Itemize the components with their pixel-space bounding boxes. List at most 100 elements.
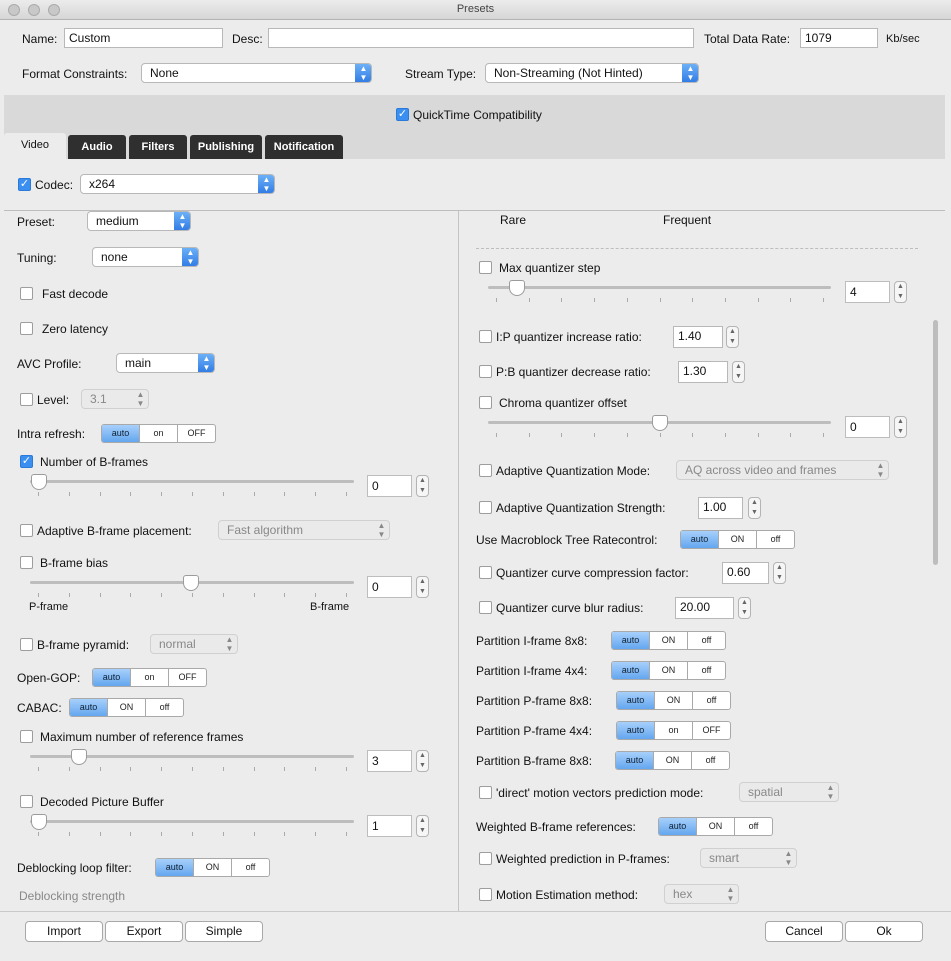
direct-mode-checkbox[interactable] (479, 786, 492, 799)
option-on[interactable]: ON (650, 632, 688, 649)
aq-strength-field[interactable]: 1.00 (698, 497, 743, 519)
qcomp-field[interactable]: 0.60 (722, 562, 769, 584)
option-auto[interactable]: auto (659, 818, 697, 835)
option-off[interactable]: off (688, 662, 725, 679)
max-ref-field[interactable]: 3 (367, 750, 412, 772)
tab-publishing[interactable]: Publishing (190, 135, 262, 159)
codec-checkbox[interactable]: ✓ (18, 178, 31, 191)
aq-strength-checkbox[interactable] (479, 501, 492, 514)
option-auto[interactable]: auto (102, 425, 140, 442)
option-off[interactable]: off (232, 859, 269, 876)
dpb-field[interactable]: 1 (367, 815, 412, 837)
bframes-slider[interactable] (30, 480, 354, 483)
qblur-checkbox[interactable] (479, 601, 492, 614)
pb-ratio-stepper[interactable]: ▲ ▼ (732, 361, 745, 383)
level-checkbox[interactable] (20, 393, 33, 406)
option-off[interactable]: off (735, 818, 772, 835)
dpb-stepper[interactable]: ▲ ▼ (416, 815, 429, 837)
tab-notification[interactable]: Notification (265, 135, 343, 159)
scrollbar[interactable] (933, 320, 938, 565)
partition-p8-toggle[interactable]: auto ON off (616, 691, 731, 710)
bframe-bias-slider-knob[interactable] (183, 575, 199, 591)
ip-ratio-field[interactable]: 1.40 (673, 326, 723, 348)
bframe-pyramid-checkbox[interactable] (20, 638, 33, 651)
tab-filters[interactable]: Filters (129, 135, 187, 159)
option-off[interactable]: off (757, 531, 794, 548)
stream-select[interactable]: Non-Streaming (Not Hinted) ▲ ▼ (485, 63, 699, 83)
max-quantizer-slider[interactable] (488, 286, 831, 289)
tuning-select[interactable]: none ▲ ▼ (92, 247, 199, 267)
pb-ratio-field[interactable]: 1.30 (678, 361, 728, 383)
weighted-p-select[interactable]: smart ▲ ▼ (700, 848, 797, 868)
max-ref-slider-knob[interactable] (71, 749, 87, 765)
aq-strength-stepper[interactable]: ▲ ▼ (748, 497, 761, 519)
level-select[interactable]: 3.1 ▲ ▼ (81, 389, 149, 409)
option-on[interactable]: on (140, 425, 178, 442)
partition-i4-toggle[interactable]: auto ON off (611, 661, 726, 680)
import-button[interactable]: Import (25, 921, 103, 942)
option-auto[interactable]: auto (616, 752, 654, 769)
bframes-slider-knob[interactable] (31, 474, 47, 490)
motion-estimation-checkbox[interactable] (479, 888, 492, 901)
fast-decode-checkbox[interactable] (20, 287, 33, 300)
max-ref-checkbox[interactable] (20, 730, 33, 743)
option-auto[interactable]: auto (93, 669, 131, 686)
avc-profile-select[interactable]: main ▲ ▼ (116, 353, 215, 373)
bframe-bias-stepper[interactable]: ▲ ▼ (416, 576, 429, 598)
qblur-field[interactable]: 20.00 (675, 597, 734, 619)
option-on[interactable]: ON (697, 818, 735, 835)
ip-ratio-stepper[interactable]: ▲ ▼ (726, 326, 739, 348)
option-auto[interactable]: auto (612, 632, 650, 649)
name-field[interactable]: Custom (64, 28, 223, 48)
ok-button[interactable]: Ok (845, 921, 923, 942)
option-on[interactable]: on (131, 669, 169, 686)
option-off[interactable]: OFF (693, 722, 730, 739)
cabac-toggle[interactable]: auto ON off (69, 698, 184, 717)
simple-button[interactable]: Simple (185, 921, 263, 942)
aq-mode-checkbox[interactable] (479, 464, 492, 477)
qcomp-stepper[interactable]: ▲ ▼ (773, 562, 786, 584)
option-auto[interactable]: auto (617, 692, 655, 709)
dpb-slider[interactable] (30, 820, 354, 823)
qblur-stepper[interactable]: ▲ ▼ (738, 597, 751, 619)
option-on[interactable]: ON (108, 699, 146, 716)
partition-b8-toggle[interactable]: auto ON off (615, 751, 730, 770)
option-off[interactable]: off (688, 632, 725, 649)
zero-latency-checkbox[interactable] (20, 322, 33, 335)
option-off[interactable]: OFF (178, 425, 215, 442)
qcomp-checkbox[interactable] (479, 566, 492, 579)
max-quantizer-field[interactable]: 4 (845, 281, 890, 303)
pb-ratio-checkbox[interactable] (479, 365, 492, 378)
option-on[interactable]: ON (655, 692, 693, 709)
bframes-checkbox[interactable]: ✓ (20, 455, 33, 468)
option-auto[interactable]: auto (612, 662, 650, 679)
open-gop-toggle[interactable]: auto on OFF (92, 668, 207, 687)
mbtree-toggle[interactable]: auto ON off (680, 530, 795, 549)
codec-select[interactable]: x264 ▲ ▼ (80, 174, 275, 194)
option-on[interactable]: ON (650, 662, 688, 679)
option-on[interactable]: on (655, 722, 693, 739)
rate-field[interactable]: 1079 (800, 28, 878, 48)
intra-refresh-toggle[interactable]: auto on OFF (101, 424, 216, 443)
tab-audio[interactable]: Audio (68, 135, 126, 159)
direct-mode-select[interactable]: spatial ▲ ▼ (739, 782, 839, 802)
bframe-pyramid-select[interactable]: normal ▲ ▼ (150, 634, 238, 654)
bframe-bias-field[interactable]: 0 (367, 576, 412, 598)
option-off[interactable]: OFF (169, 669, 206, 686)
option-auto[interactable]: auto (681, 531, 719, 548)
max-quantizer-stepper[interactable]: ▲ ▼ (894, 281, 907, 303)
option-auto[interactable]: auto (617, 722, 655, 739)
chroma-offset-field[interactable]: 0 (845, 416, 890, 438)
option-off[interactable]: off (692, 752, 729, 769)
tab-video[interactable]: Video (4, 133, 66, 159)
max-quantizer-checkbox[interactable] (479, 261, 492, 274)
dpb-slider-knob[interactable] (31, 814, 47, 830)
max-ref-stepper[interactable]: ▲ ▼ (416, 750, 429, 772)
preset-select[interactable]: medium ▲ ▼ (87, 211, 191, 231)
motion-estimation-select[interactable]: hex ▲ ▼ (664, 884, 739, 904)
deblock-toggle[interactable]: auto ON off (155, 858, 270, 877)
option-on[interactable]: ON (654, 752, 692, 769)
adaptive-bframe-checkbox[interactable] (20, 524, 33, 537)
export-button[interactable]: Export (105, 921, 183, 942)
bframes-field[interactable]: 0 (367, 475, 412, 497)
